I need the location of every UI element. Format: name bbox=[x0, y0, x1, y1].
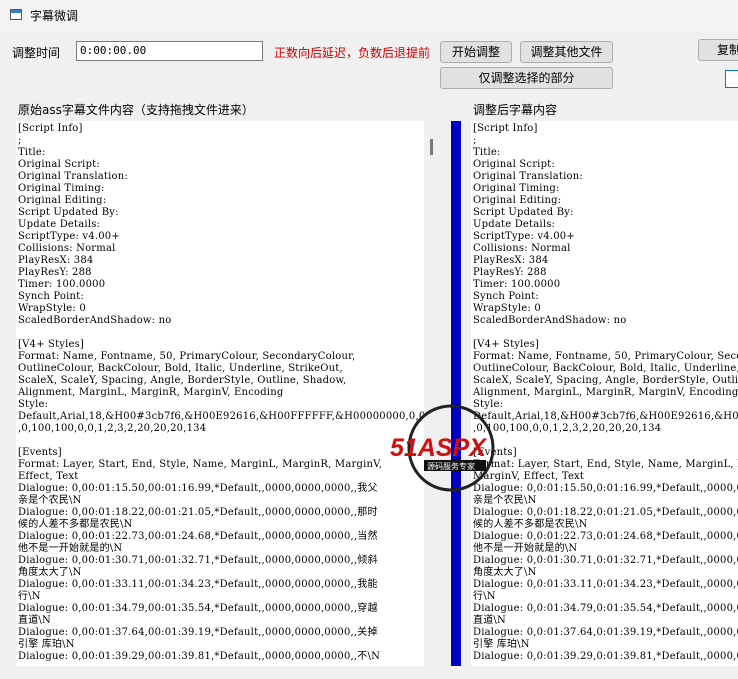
start-adjust-button[interactable]: 开始调整 bbox=[440, 41, 512, 63]
title-bar: 字幕微调 bbox=[0, 0, 738, 32]
original-subtitle-textbox[interactable]: [Script Info] ; Title: Original Script: … bbox=[16, 121, 440, 666]
original-textbox-scrollbar[interactable] bbox=[424, 121, 440, 666]
adjusted-subtitle-text: [Script Info] ; Title: Original Script: … bbox=[473, 123, 738, 662]
panel-divider bbox=[451, 121, 461, 666]
copy-button[interactable]: 复制 bbox=[698, 39, 738, 61]
original-subtitle-text: [Script Info] ; Title: Original Script: … bbox=[18, 123, 436, 662]
partial-control[interactable] bbox=[725, 70, 738, 88]
adjust-other-files-button[interactable]: 调整其他文件 bbox=[520, 41, 613, 63]
window-title: 字幕微调 bbox=[30, 9, 79, 23]
adjust-time-input[interactable]: 0:00:00.00 bbox=[76, 41, 263, 61]
adjust-time-label: 调整时间 bbox=[12, 46, 61, 60]
adjusted-subtitle-textbox[interactable]: [Script Info] ; Title: Original Script: … bbox=[471, 121, 738, 666]
original-content-label: 原始ass字幕文件内容（支持拖拽文件进来） bbox=[18, 103, 254, 117]
scrollbar-thumb[interactable] bbox=[430, 139, 433, 155]
offset-hint: 正数向后延迟，负数后退提前 bbox=[274, 46, 431, 60]
app-window-icon bbox=[10, 9, 22, 20]
adjusted-content-label: 调整后字幕内容 bbox=[473, 103, 558, 117]
adjust-selection-button[interactable]: 仅调整选择的部分 bbox=[440, 67, 613, 89]
